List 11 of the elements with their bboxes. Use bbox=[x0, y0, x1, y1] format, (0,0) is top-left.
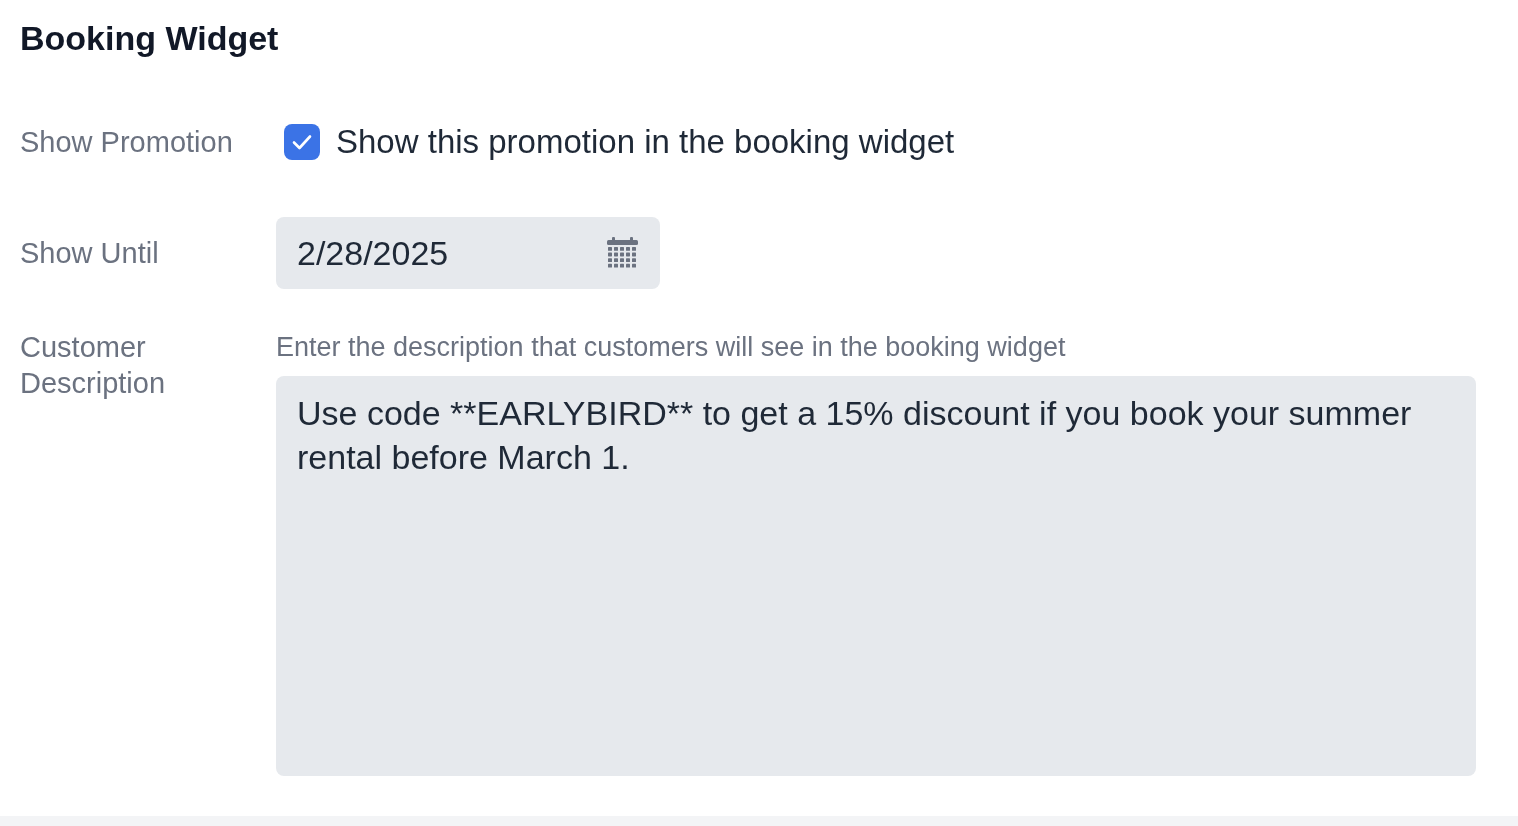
checkmark-icon bbox=[292, 134, 312, 150]
section-title: Booking Widget bbox=[20, 18, 279, 58]
field-label: Show Until bbox=[20, 236, 160, 271]
checkbox[interactable] bbox=[284, 124, 320, 160]
description-textarea[interactable]: Use code **EARLYBIRD** to get a 15% discount if you book your summer rental before March 1. bbox=[276, 376, 1476, 776]
field-label: Show Promotion bbox=[20, 125, 234, 160]
field-hint: Enter the description that customers will see in the booking widget bbox=[276, 331, 1067, 364]
calendar-icon[interactable] bbox=[607, 237, 638, 269]
field-label: Customer Description bbox=[20, 330, 167, 401]
date-field[interactable]: 2/28/2025 bbox=[276, 217, 660, 289]
checkbox-label[interactable]: Show this promotion in the booking widget bbox=[336, 123, 955, 161]
